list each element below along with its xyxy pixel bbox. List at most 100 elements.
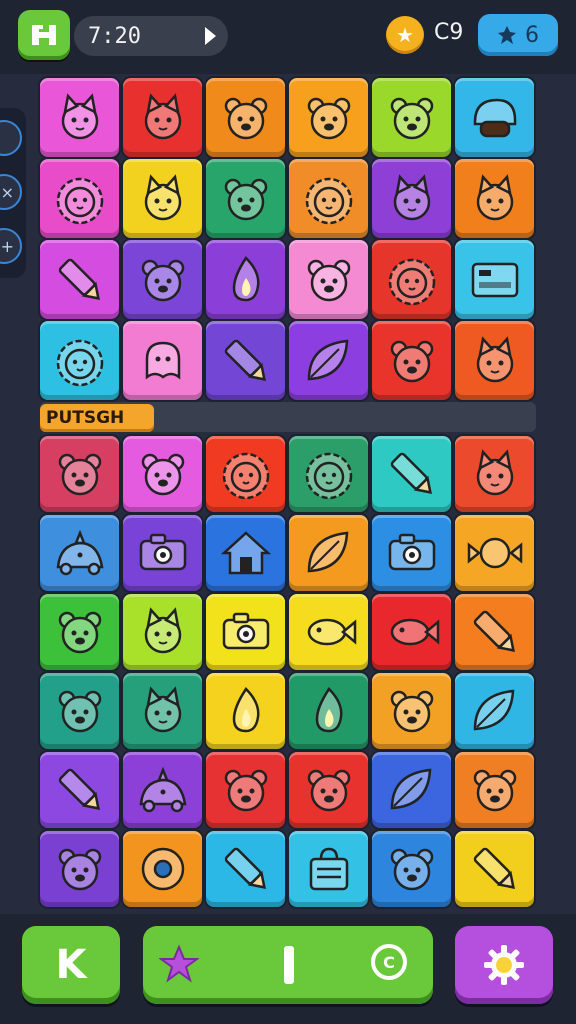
- star-coin-icon: ★: [386, 16, 424, 54]
- bottom-tile-8[interactable]: [206, 515, 285, 591]
- bottom-tile-5[interactable]: [455, 436, 534, 512]
- pencil-icon: [224, 847, 266, 889]
- camera-icon: [139, 533, 186, 571]
- bottom-tile-16[interactable]: [372, 594, 451, 670]
- bottom-tile-2[interactable]: [206, 436, 285, 512]
- settings-button[interactable]: [455, 926, 553, 1004]
- flame-icon: [232, 255, 259, 301]
- side-button-2[interactable]: ×: [0, 174, 22, 210]
- top-tile-13[interactable]: [123, 240, 202, 319]
- pencil-icon: [58, 258, 100, 300]
- bear-icon: [390, 97, 433, 139]
- top-tile-6[interactable]: [40, 159, 119, 238]
- cat-icon: [144, 607, 181, 654]
- top-tile-15[interactable]: [289, 240, 368, 319]
- cat-icon: [476, 173, 513, 220]
- top-tile-4[interactable]: [372, 78, 451, 157]
- bottom-tile-35[interactable]: [455, 831, 534, 907]
- bottom-tile-13[interactable]: [123, 594, 202, 670]
- top-tile-19[interactable]: [123, 321, 202, 400]
- top-tile-18[interactable]: [40, 321, 119, 400]
- bottom-tile-33[interactable]: [289, 831, 368, 907]
- play-icon[interactable]: [205, 27, 216, 45]
- bottom-tile-27[interactable]: [289, 752, 368, 828]
- gem-count: 6: [525, 22, 539, 48]
- bottom-tile-31[interactable]: [123, 831, 202, 907]
- bottom-tile-6[interactable]: [40, 515, 119, 591]
- bear-icon: [141, 453, 184, 496]
- top-tile-1[interactable]: [123, 78, 202, 157]
- bear-icon: [58, 848, 101, 891]
- top-tile-8[interactable]: [206, 159, 285, 238]
- bottom-tile-29[interactable]: [455, 752, 534, 828]
- bottom-tile-23[interactable]: [455, 673, 534, 749]
- bottom-tile-19[interactable]: [123, 673, 202, 749]
- bottom-tile-4[interactable]: [372, 436, 451, 512]
- bottom-tile-25[interactable]: [123, 752, 202, 828]
- bottom-tile-34[interactable]: [372, 831, 451, 907]
- refresh-icon[interactable]: C: [371, 944, 407, 980]
- powerup-bar[interactable]: C: [143, 926, 433, 1004]
- bottom-tile-21[interactable]: [289, 673, 368, 749]
- top-tile-22[interactable]: [372, 321, 451, 400]
- top-tile-0[interactable]: [40, 78, 119, 157]
- top-tile-20[interactable]: [206, 321, 285, 400]
- home-button[interactable]: [18, 10, 70, 60]
- bear-icon: [307, 259, 350, 301]
- top-tile-2[interactable]: [206, 78, 285, 157]
- top-tile-16[interactable]: [372, 240, 451, 319]
- bottom-tile-7[interactable]: [123, 515, 202, 591]
- bear-icon: [390, 848, 433, 891]
- bottom-tile-20[interactable]: [206, 673, 285, 749]
- top-tile-12[interactable]: [40, 240, 119, 319]
- bottom-tile-30[interactable]: [40, 831, 119, 907]
- top-tile-17[interactable]: [455, 240, 534, 319]
- gear-icon: [484, 945, 524, 985]
- gem-counter[interactable]: 6: [478, 14, 558, 56]
- top-tile-10[interactable]: [372, 159, 451, 238]
- top-tile-3[interactable]: [289, 78, 368, 157]
- leaf-icon: [473, 689, 514, 731]
- top-tile-21[interactable]: [289, 321, 368, 400]
- lion-icon: [222, 452, 269, 500]
- lion-icon: [305, 177, 352, 224]
- bottom-tile-15[interactable]: [289, 594, 368, 670]
- bear-icon: [224, 97, 267, 139]
- bottom-tile-28[interactable]: [372, 752, 451, 828]
- bottom-tile-32[interactable]: [206, 831, 285, 907]
- pencil-icon: [390, 452, 432, 494]
- bottom-tile-17[interactable]: [455, 594, 534, 670]
- bottom-tile-22[interactable]: [372, 673, 451, 749]
- cat-icon: [61, 92, 98, 139]
- dino-icon: [56, 529, 103, 576]
- star-icon[interactable]: [159, 944, 199, 984]
- bear-icon: [307, 769, 350, 812]
- top-tile-23[interactable]: [455, 321, 534, 400]
- cat-icon: [144, 173, 181, 220]
- top-tile-7[interactable]: [123, 159, 202, 238]
- bottom-tile-9[interactable]: [289, 515, 368, 591]
- box-icon: [471, 262, 518, 297]
- bottom-tile-3[interactable]: [289, 436, 368, 512]
- top-tile-14[interactable]: [206, 240, 285, 319]
- bottom-tile-11[interactable]: [455, 515, 534, 591]
- bottom-tile-24[interactable]: [40, 752, 119, 828]
- home-icon: [32, 25, 56, 45]
- ghost-icon: [145, 341, 180, 379]
- top-tile-5[interactable]: [455, 78, 534, 157]
- bottom-tile-10[interactable]: [372, 515, 451, 591]
- bottom-tile-26[interactable]: [206, 752, 285, 828]
- top-tile-9[interactable]: [289, 159, 368, 238]
- side-button-1[interactable]: [0, 120, 22, 156]
- bottom-tile-18[interactable]: [40, 673, 119, 749]
- coin-count: C9: [434, 20, 464, 45]
- bottom-tile-0[interactable]: [40, 436, 119, 512]
- leaf-icon: [390, 768, 431, 810]
- bottom-tile-12[interactable]: [40, 594, 119, 670]
- timer-text: 7:20: [88, 23, 141, 49]
- bottom-tile-14[interactable]: [206, 594, 285, 670]
- top-tile-11[interactable]: [455, 159, 534, 238]
- bottom-tile-1[interactable]: [123, 436, 202, 512]
- side-button-3[interactable]: +: [0, 228, 22, 264]
- back-button[interactable]: K: [22, 926, 120, 1004]
